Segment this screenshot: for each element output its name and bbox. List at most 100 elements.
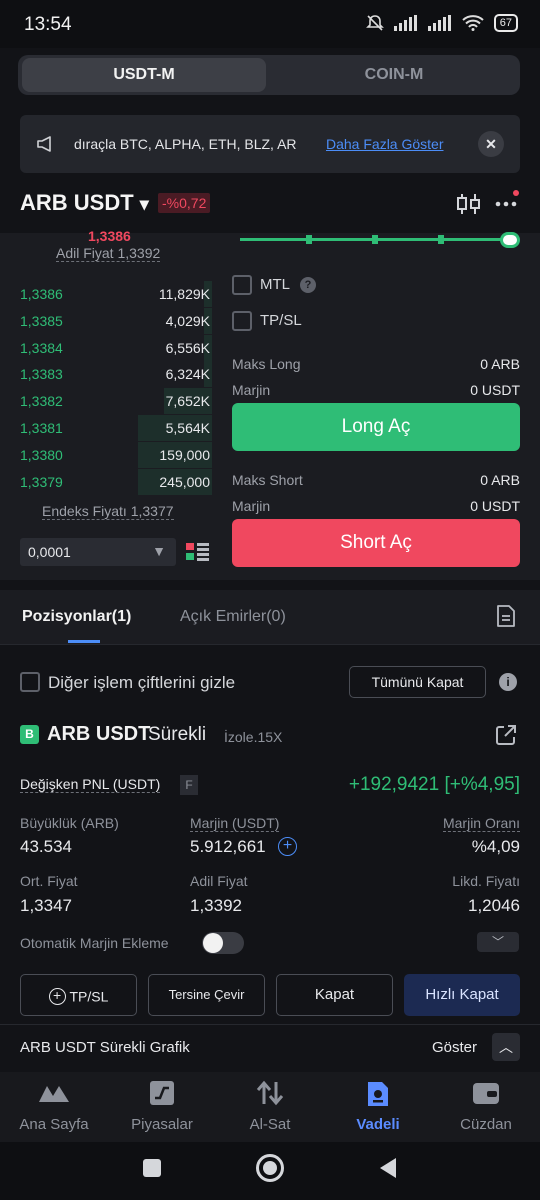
- orderbook-row[interactable]: 1,3384 6,556K: [20, 334, 212, 361]
- tpsl-button[interactable]: + TP/SL: [20, 974, 137, 1016]
- mute-icon: [365, 15, 384, 31]
- orderbook-price: 1,3385: [20, 312, 63, 329]
- show-more-link[interactable]: Daha Fazla Göster: [326, 136, 444, 152]
- wifi-icon: [462, 15, 484, 31]
- orderbook-row[interactable]: 1,3386 11,829K: [20, 281, 212, 307]
- max-long-label: Maks Long: [232, 356, 301, 372]
- quick-close-button[interactable]: Hızlı Kapat: [404, 974, 520, 1016]
- nav-label: Cüzdan: [460, 1116, 512, 1133]
- orderbook-price: 1,3381: [20, 420, 63, 436]
- orderbook-qty: 6,556K: [165, 339, 210, 356]
- slider-tick: [438, 235, 444, 244]
- long-button[interactable]: Long Aç: [232, 403, 520, 451]
- pair-selector[interactable]: ARB USDT ▾: [20, 190, 149, 216]
- pnl-flag: F: [180, 775, 198, 795]
- close-all-button[interactable]: Tümünü Kapat: [349, 666, 486, 698]
- document-icon[interactable]: [496, 604, 516, 628]
- futures-icon: [368, 1082, 388, 1106]
- pnl-value: +192,9421 [+%4,95]: [348, 774, 520, 795]
- auto-margin-label: Otomatik Marjin Ekleme: [20, 935, 169, 951]
- close-position-button[interactable]: Kapat: [276, 974, 393, 1016]
- orderbook-price: 1,3382: [20, 393, 63, 410]
- back-icon[interactable]: [378, 1156, 398, 1180]
- hide-other-pairs-label: Diğer işlem çiftlerini gizle: [48, 673, 236, 692]
- tab-positions[interactable]: Pozisyonlar(1): [22, 608, 131, 626]
- usdt-m-tab[interactable]: USDT-M: [22, 58, 266, 92]
- nav-home[interactable]: Ana Sayfa: [0, 1072, 108, 1142]
- hide-other-pairs-checkbox[interactable]: [20, 672, 40, 692]
- expand-chevron-icon[interactable]: ﹀: [477, 932, 519, 952]
- recent-apps-icon[interactable]: [143, 1159, 161, 1177]
- short-button[interactable]: Short Aç: [232, 519, 520, 567]
- tpsl-checkbox[interactable]: [232, 311, 252, 331]
- orderbook-qty: 245,000: [159, 473, 210, 490]
- divider: [0, 644, 540, 645]
- nav-trade[interactable]: Al-Sat: [216, 1072, 324, 1142]
- tab-open-orders[interactable]: Açık Emirler(0): [180, 608, 286, 626]
- plus-circle-icon: +: [48, 987, 66, 1005]
- auto-margin-toggle[interactable]: [202, 932, 244, 954]
- tick-size-select[interactable]: 0,0001 ▼: [20, 538, 176, 566]
- more-menu-icon[interactable]: [494, 190, 522, 214]
- help-icon[interactable]: ?: [300, 277, 316, 293]
- orderbook-row[interactable]: 1,3382 7,652K: [20, 388, 212, 415]
- margin-ratio-label: Marjin Oranı: [442, 815, 520, 832]
- orderbook-price: 1,3386: [20, 286, 63, 302]
- status-bar: 13:54 67: [0, 0, 540, 48]
- orderbook-layout-icon[interactable]: [186, 542, 210, 562]
- fair-price-value-pos: 1,3392: [190, 896, 242, 915]
- avg-price-label: Ort. Fiyat: [20, 873, 78, 889]
- fair-price-label-pos: Adil Fiyat: [190, 873, 248, 889]
- candlestick-chart-icon[interactable]: [456, 192, 482, 216]
- tab-indicator: [68, 640, 100, 643]
- announcement-text: dıraçla BTC, ALPHA, ETH, BLZ, AR: [74, 136, 297, 152]
- share-icon[interactable]: [494, 723, 518, 747]
- pnl-label: Değişken PNL (USDT): [20, 776, 161, 793]
- last-price-partial: 1,3386: [88, 228, 131, 244]
- nav-markets[interactable]: Piyasalar: [108, 1072, 216, 1142]
- chevron-down-icon: ▼: [152, 543, 166, 559]
- orderbook-price: 1,3384: [20, 339, 63, 356]
- clock: 13:54: [24, 14, 72, 35]
- mtl-label: MTL: [260, 276, 290, 293]
- add-margin-icon[interactable]: +: [278, 837, 297, 856]
- announcement-banner: dıraçla BTC, ALPHA, ETH, BLZ, AR Daha Fa…: [20, 115, 520, 173]
- system-navigation-bar: [0, 1142, 540, 1200]
- home-circle-icon[interactable]: [256, 1154, 284, 1182]
- tpsl-button-label: TP/SL: [69, 988, 109, 1005]
- nav-label: Al-Sat: [249, 1116, 291, 1133]
- contract-type: Sürekli: [148, 724, 207, 745]
- info-icon[interactable]: i: [499, 673, 517, 691]
- contract-name: ARB USDT: [47, 723, 151, 745]
- orderbook-row[interactable]: 1,3380 159,000: [20, 441, 212, 468]
- wallet-icon: [473, 1083, 499, 1104]
- tpsl-label: TP/SL: [260, 312, 302, 329]
- nav-futures[interactable]: Vadeli: [324, 1072, 432, 1142]
- nav-wallet[interactable]: Cüzdan: [432, 1072, 540, 1142]
- nav-label: Piyasalar: [131, 1116, 193, 1133]
- max-long-value: 0 ARB: [480, 356, 520, 372]
- battery-indicator: 67: [493, 14, 518, 32]
- margin-label: Marjin (USDT): [190, 815, 280, 832]
- close-icon[interactable]: ✕: [478, 131, 504, 157]
- orderbook-qty: 11,829K: [158, 286, 210, 302]
- show-chart-label[interactable]: Göster: [432, 1039, 477, 1056]
- size-value: 43.534: [20, 837, 72, 856]
- bottom-navigation: Ana Sayfa Piyasalar Al-Sat Vadeli Cüzdan: [0, 1072, 540, 1142]
- status-icons: 67: [365, 14, 518, 32]
- positions-tabbar: Pozisyonlar(1) Açık Emirler(0): [0, 590, 540, 644]
- home-icon: [39, 1086, 69, 1102]
- tick-size-value: 0,0001: [28, 544, 71, 560]
- orderbook-row[interactable]: 1,3381 5,564K: [20, 415, 212, 441]
- mtl-checkbox[interactable]: [232, 275, 252, 295]
- orderbook-qty: 4,029K: [165, 312, 210, 329]
- orderbook-row[interactable]: 1,3385 4,029K: [20, 307, 212, 334]
- orderbook-row[interactable]: 1,3383 6,324K: [20, 361, 212, 388]
- coin-m-tab[interactable]: COIN-M: [272, 58, 516, 92]
- chevron-up-icon[interactable]: ︿: [492, 1033, 520, 1061]
- slider-handle[interactable]: [500, 232, 520, 248]
- trade-icon: [256, 1080, 284, 1106]
- reverse-position-button[interactable]: Tersine Çevir: [148, 974, 265, 1016]
- markets-icon: [150, 1081, 174, 1105]
- orderbook-row[interactable]: 1,3379 245,000: [20, 468, 212, 495]
